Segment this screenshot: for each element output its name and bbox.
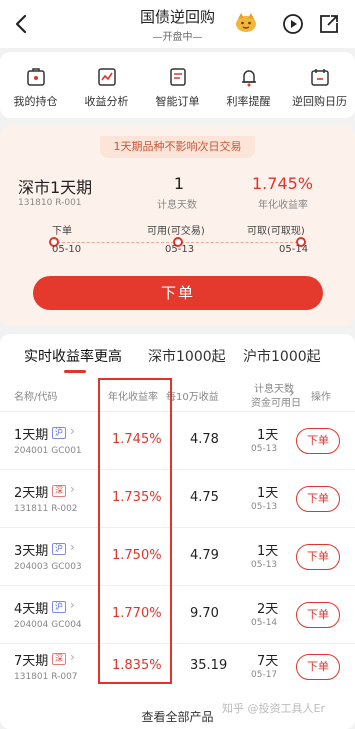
row-name: 2天期 (14, 486, 49, 501)
chevron-right-icon: › (70, 650, 75, 664)
row-order-button[interactable]: 下单 (296, 486, 340, 512)
interest-days-label: 计息天数 (157, 200, 197, 211)
watermark-text: 知乎 @投资工具人Er (222, 702, 325, 715)
exchange-tag: 沪 (52, 543, 66, 555)
row-order-button[interactable]: 下单 (296, 428, 340, 454)
table-row[interactable]: 2天期 深 › 131811 R-002 1.735% 4.75 1天 05-1… (0, 470, 355, 528)
exchange-tag: 深 (52, 485, 66, 497)
bell-icon (241, 70, 256, 87)
timeline-label: 可取(可取现) (247, 226, 305, 237)
shortcut-analysis[interactable]: 收益分析 (71, 52, 142, 118)
row-code: 204003 GC003 (14, 562, 82, 572)
column-name: 名称/代码 (14, 392, 58, 403)
product-name: 深市1天期 (18, 178, 93, 197)
tab-bar: 实时收益率更高 深市1000起 沪市1000起 (0, 334, 355, 374)
table-row[interactable]: 4天期 沪 › 204004 GC004 1.770% 9.70 2天 05-1… (0, 586, 355, 644)
table-row[interactable]: 1天期 沪 › 204001 GC001 1.745% 4.78 1天 05-1… (0, 412, 355, 470)
row-order-button[interactable]: 下单 (296, 602, 340, 628)
order-icon (169, 68, 186, 86)
calendar-icon (310, 69, 329, 86)
column-days[interactable]: 计息天数 (254, 380, 294, 395)
row-name: 7天期 (14, 654, 49, 669)
row-date: 05-13 (251, 502, 278, 512)
shortcut-label: 利率提醒 (226, 95, 271, 108)
shortcut-rate-alert[interactable]: 利率提醒 (213, 52, 284, 118)
row-name: 4天期 (14, 602, 49, 617)
row-code: 204001 GC001 (14, 446, 82, 456)
play-video-icon[interactable] (282, 13, 304, 35)
tab-shanghai-1000[interactable]: 沪市1000起 (243, 346, 321, 366)
shortcut-bar: 我的持仓 收益分析 智能订单 利率提醒 逆回购日历 (0, 52, 355, 118)
shortcut-label: 我的持仓 (13, 95, 58, 108)
row-income: 4.79 (190, 548, 219, 563)
row-date: 05-17 (251, 670, 278, 680)
timeline-date: 05-13 (165, 244, 195, 255)
column-scroll-chevron[interactable]: › (289, 386, 294, 401)
row-code: 131801 R-007 (14, 672, 78, 682)
exchange-tag: 沪 (52, 601, 66, 613)
chevron-right-icon: › (70, 424, 75, 438)
column-action: 操作 (311, 392, 331, 403)
row-date: 05-14 (251, 618, 278, 628)
chevron-right-icon: › (70, 598, 75, 612)
table-row[interactable]: 3天期 沪 › 204003 GC003 1.750% 4.79 1天 05-1… (0, 528, 355, 586)
mascot-icon[interactable] (234, 10, 258, 34)
share-icon[interactable] (318, 13, 340, 35)
place-order-button[interactable]: 下单 (33, 276, 323, 310)
row-code: 131811 R-002 (14, 504, 78, 514)
row-days: 7天 (257, 654, 279, 669)
column-income[interactable]: 每10万收益 (166, 388, 219, 403)
row-income: 4.78 (190, 432, 219, 447)
timeline-date: 05-14 (279, 244, 309, 255)
annual-rate-label: 年化收益率 (258, 200, 308, 211)
row-income: 35.19 (190, 658, 228, 673)
table-row[interactable]: 7天期 深 › 131801 R-007 1.835% 35.19 7天 05-… (0, 638, 355, 696)
row-date: 05-13 (251, 560, 278, 570)
shortcut-calendar[interactable]: 逆回购日历 (284, 52, 355, 118)
app-header: 国债逆回购 —开盘中— (0, 0, 355, 48)
tab-shenzhen-1000[interactable]: 深市1000起 (148, 346, 226, 366)
row-order-button[interactable]: 下单 (296, 544, 340, 570)
row-date: 05-13 (251, 444, 278, 454)
row-name: 3天期 (14, 544, 49, 559)
timeline-label: 下单 (52, 226, 72, 237)
interest-days-value: 1 (173, 174, 185, 193)
notice-banner: 1天期品种不影响次日交易 (100, 136, 255, 158)
portfolio-icon (26, 68, 45, 86)
product-code: 131810 R-001 (18, 198, 82, 208)
chevron-right-icon: › (70, 540, 75, 554)
row-income: 4.75 (190, 490, 219, 505)
exchange-tag: 深 (52, 653, 66, 665)
shortcut-label: 智能订单 (155, 95, 200, 108)
chevron-right-icon: › (70, 482, 75, 496)
row-order-button[interactable]: 下单 (296, 654, 340, 680)
timeline-date: 05-10 (52, 244, 82, 255)
shortcut-portfolio[interactable]: 我的持仓 (0, 52, 71, 118)
row-name: 1天期 (14, 428, 49, 443)
row-days: 1天 (257, 486, 279, 501)
rate-column-highlight-box (98, 378, 172, 684)
chart-icon (97, 68, 116, 86)
tab-highest-rate[interactable]: 实时收益率更高 (24, 346, 122, 366)
timeline-label: 可用(可交易) (147, 226, 205, 237)
shortcut-label: 逆回购日历 (292, 95, 347, 108)
annual-rate-value: 1.745% (252, 174, 314, 193)
tab-indicator (64, 370, 86, 373)
shortcut-smart-order[interactable]: 智能订单 (142, 52, 213, 118)
shortcut-label: 收益分析 (84, 95, 129, 108)
row-days: 1天 (257, 428, 279, 443)
row-income: 9.70 (190, 606, 219, 621)
row-code: 204004 GC004 (14, 620, 82, 630)
exchange-tag: 沪 (52, 427, 66, 439)
row-days: 1天 (257, 544, 279, 559)
column-header: 名称/代码 年化收益率 每10万收益 计息天数 资金可用日 › 操作 (0, 376, 355, 412)
row-days: 2天 (257, 602, 279, 617)
